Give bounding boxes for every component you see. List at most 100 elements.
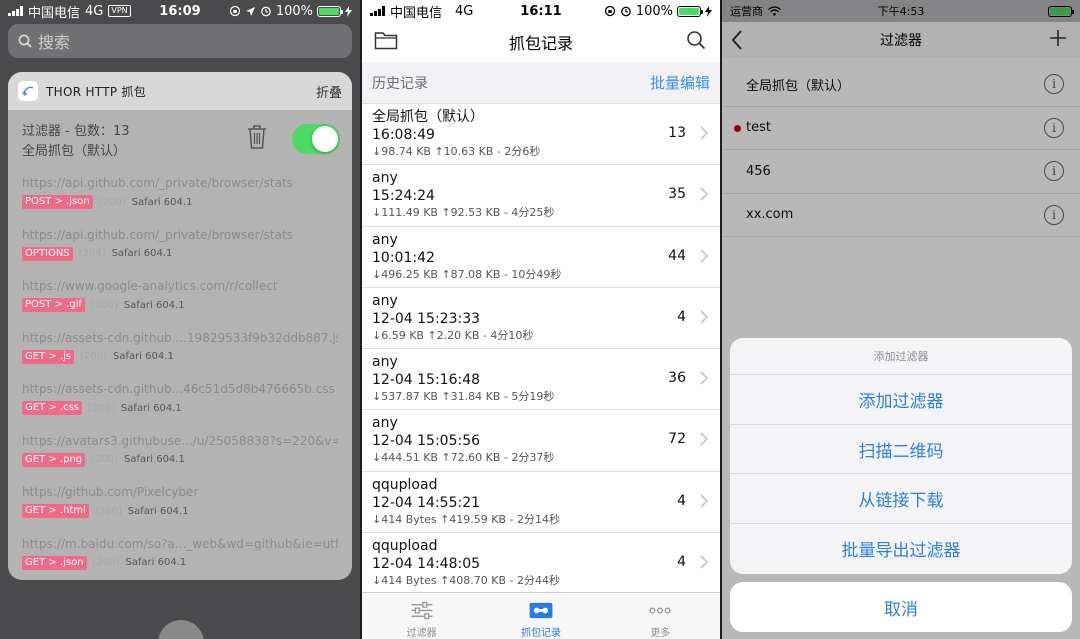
record-row[interactable]: qqupload 12-04 14:55:21 ↓414 Bytes ↑419.59… (362, 472, 720, 534)
record-count: 35 (668, 186, 686, 203)
record-row[interactable]: 全局抓包（默认） 16:08:49 ↓98.74 KB ↑10.63 KB - 2分… (362, 104, 720, 166)
filter-list: 全局抓包（默认） i test i 456 i xx.com i (722, 63, 1080, 237)
record-row[interactable]: any 12-04 15:05:56 ↓444.51 KB ↑72.60 KB - … (362, 410, 720, 472)
charging-icon (345, 5, 352, 17)
cancel-button[interactable]: 取消 (730, 582, 1072, 632)
filter-row[interactable]: xx.com i (722, 194, 1080, 237)
back-chevron-icon[interactable] (730, 28, 744, 52)
method-tag: GET > .html (22, 504, 89, 518)
plus-icon[interactable] (1048, 28, 1068, 48)
record-name: any (372, 415, 398, 432)
more-icon (649, 607, 671, 614)
method-tag: POST > .json (22, 195, 93, 209)
record-time: 12-04 14:48:05 (372, 556, 481, 573)
batch-export-button[interactable]: 批量导出过滤器 (730, 524, 1072, 574)
record-time: 10:01:42 (372, 249, 435, 266)
tab-records[interactable]: 抓包记录 (481, 593, 600, 639)
request-item[interactable]: https://api.github.com/_private/browser/… (22, 172, 338, 224)
record-time: 12-04 14:55:21 (372, 494, 481, 511)
user-agent: Safari 604.1 (127, 505, 189, 517)
active-dot (734, 124, 741, 132)
tab-label: 抓包记录 (520, 628, 561, 639)
capture-toggle[interactable] (292, 124, 340, 154)
info-icon[interactable]: i (1044, 74, 1064, 94)
add-filter-button[interactable]: 添加过滤器 (730, 375, 1072, 425)
carrier-label: 运营商 (730, 5, 763, 18)
user-agent: Safari 604.1 (120, 402, 182, 414)
request-url: https://github.com/Pixelcyber (22, 485, 199, 499)
record-row[interactable]: any 10:01:42 ↓496.25 KB ↑87.08 KB - 10分49秒… (362, 227, 720, 288)
info-icon[interactable]: i (1044, 161, 1064, 181)
fold-button[interactable]: 折叠 (316, 82, 342, 101)
request-item[interactable]: https://www.google-analytics.com/r/colle… (22, 275, 338, 327)
request-item[interactable]: https://assets-cdn.github...46c51d5d8b47… (22, 378, 338, 430)
request-url: https://api.github.com/_private/browser/… (22, 227, 293, 242)
record-row[interactable]: qqupload 12-04 14:48:05 ↓414 Bytes ↑408.70… (362, 533, 720, 592)
request-item[interactable]: https://github.com/Pixelcyber GET > .html… (22, 481, 338, 533)
tab-bar: 过滤器 抓包记录 更多 (362, 592, 720, 639)
signal-icon (370, 6, 385, 16)
tab-label: 更多 (650, 628, 671, 639)
thor-widget: THOR HTTP 抓包 折叠 过滤器 - 包数：13 全局抓包（默认） htt… (8, 72, 352, 580)
request-item[interactable]: https://assets-cdn.github....19829533f9b… (22, 327, 338, 379)
info-icon[interactable]: i (1044, 117, 1064, 138)
home-circle-button[interactable] (158, 620, 204, 639)
record-row[interactable]: any 12-04 15:16:48 ↓537.87 KB ↑31.84 KB - … (362, 349, 720, 411)
filter-row[interactable]: 全局抓包（默认） i (722, 63, 1080, 107)
record-list: 全局抓包（默认） 16:08:49 ↓98.74 KB ↑10.63 KB - 2分… (362, 104, 720, 592)
widget-screen: 中国电信 4G VPN 16:09 100% 搜索 THOR HTTP 抓包 折… (0, 0, 360, 639)
record-time: 12-04 15:16:48 (372, 372, 481, 389)
sliders-icon (411, 601, 433, 620)
batch-edit-button[interactable]: 批量编辑 (650, 72, 710, 93)
action-sheet: 添加过滤器 添加过滤器 扫描二维码 从链接下载 批量导出过滤器 (730, 338, 1072, 574)
user-agent: Safari 604.1 (112, 351, 174, 362)
request-meta: GET > .js [200] Safari 604.1 (22, 349, 338, 364)
status-code: [200] (92, 557, 120, 568)
page-title: 过滤器 (880, 33, 922, 49)
download-from-link-button[interactable]: 从链接下载 (730, 474, 1072, 525)
method-tag: GET > .json (22, 555, 87, 570)
info-icon[interactable]: i (1044, 204, 1064, 225)
method-tag: GET > .png (22, 452, 86, 467)
battery-icon (677, 5, 703, 17)
record-stats: ↓444.51 KB ↑72.60 KB - 2分37秒 (372, 451, 555, 465)
status-bar: 运营商 下午4:53 (722, 0, 1080, 22)
search-input[interactable]: 搜索 (8, 24, 352, 58)
filter-name: test (746, 120, 771, 136)
record-row[interactable]: any 12-04 15:23:33 ↓6.59 KB ↑2.20 KB - 4分1… (362, 288, 720, 350)
filter-row[interactable]: 456 i (722, 150, 1080, 194)
request-meta: GET > .json [200] Safari 604.1 (22, 555, 338, 570)
filter-row[interactable]: test i (722, 107, 1080, 150)
chevron-right-icon (700, 187, 708, 201)
tab-more[interactable]: 更多 (601, 593, 720, 639)
status-code: [204] (78, 248, 106, 259)
chevron-right-icon (700, 249, 708, 263)
search-icon[interactable] (686, 30, 706, 50)
page-title: 抓包记录 (508, 34, 573, 53)
vpn-badge: VPN (108, 5, 131, 17)
carrier-label: 中国电信 (28, 5, 81, 21)
record-row[interactable]: any 15:24:24 ↓111.49 KB ↑92.53 KB - 4分25秒 3… (362, 165, 720, 227)
record-count: 4 (677, 308, 686, 325)
filter-name: 456 (746, 163, 771, 179)
record-stats: ↓414 Bytes ↑419.59 KB - 2分14秒 (372, 512, 560, 526)
filter-name: 全局抓包（默认） (746, 78, 851, 94)
battery-icon (317, 5, 343, 17)
record-name: 全局抓包（默认） (372, 109, 484, 125)
filter-name-label: 全局抓包（默认） (22, 144, 127, 159)
request-item[interactable]: https://m.baidu.com/so?a..._web&wd=githu… (22, 533, 338, 581)
record-time: 16:08:49 (372, 127, 435, 143)
chevron-right-icon (700, 310, 708, 324)
trash-icon[interactable] (246, 124, 268, 150)
tab-filters[interactable]: 过滤器 (362, 593, 481, 639)
request-item[interactable]: https://avatars3.githubuse.../u/25058838… (22, 430, 338, 482)
tab-label: 过滤器 (406, 628, 437, 639)
scan-qr-button[interactable]: 扫描二维码 (730, 425, 1072, 475)
user-agent: Safari 604.1 (124, 454, 185, 465)
search-placeholder: 搜索 (38, 33, 71, 52)
user-agent: Safari 604.1 (111, 248, 173, 259)
record-count: 72 (668, 431, 686, 448)
alarm-icon (620, 6, 631, 17)
folder-icon[interactable] (374, 30, 398, 50)
request-item[interactable]: https://api.github.com/_private/browser/… (22, 224, 338, 276)
